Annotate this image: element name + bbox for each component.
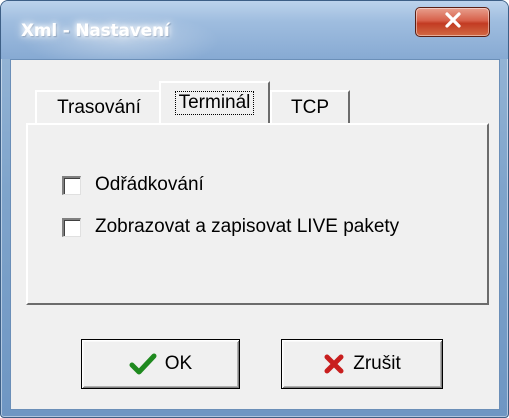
- close-button[interactable]: [415, 7, 490, 37]
- tab-tcp[interactable]: TCP: [270, 90, 350, 124]
- ok-button[interactable]: OK: [81, 339, 240, 389]
- cancel-button[interactable]: Zrušit: [281, 339, 443, 389]
- close-icon: [442, 11, 464, 33]
- red-x-icon: [323, 353, 345, 375]
- odradkovani-label[interactable]: Odřádkování: [95, 174, 204, 196]
- terminal-tab-panel: Odřádkování Zobrazovat a zapisovat LIVE …: [26, 123, 489, 305]
- live-packets-label[interactable]: Zobrazovat a zapisovat LIVE pakety: [95, 216, 399, 238]
- odradkovani-checkbox[interactable]: [62, 175, 81, 195]
- tab-terminal-label: Terminál: [174, 91, 255, 115]
- ok-button-label: OK: [164, 353, 193, 374]
- checkmark-icon: [129, 352, 157, 376]
- odradkovani-option[interactable]: Odřádkování: [62, 174, 204, 196]
- live-packets-option[interactable]: Zobrazovat a zapisovat LIVE pakety: [62, 216, 399, 238]
- dialog-client-area: Trasování Terminál TCP Odřádkování Zobra…: [10, 59, 500, 410]
- cancel-button-label: Zrušit: [353, 353, 401, 374]
- tab-trasovani-label: Trasování: [57, 97, 141, 118]
- tab-tcp-label: TCP: [291, 97, 329, 118]
- live-packets-checkbox[interactable]: [62, 217, 81, 237]
- tab-trasovani[interactable]: Trasování: [35, 90, 163, 124]
- tab-terminal[interactable]: Terminál: [159, 81, 270, 123]
- title-bar[interactable]: Xml - Nastavení: [1, 1, 508, 59]
- window-title: Xml - Nastavení: [21, 21, 170, 41]
- settings-dialog: Xml - Nastavení Trasování Terminál TCP O…: [0, 0, 509, 418]
